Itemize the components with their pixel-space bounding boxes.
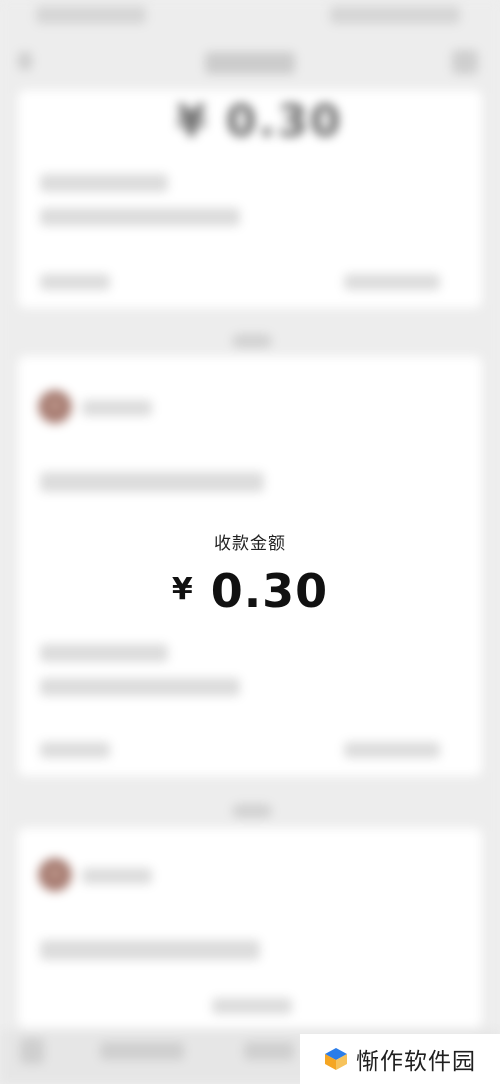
amount-overlay: 收款金额 ¥0.30	[0, 0, 500, 1084]
watermark-text: 惭作软件园	[356, 1049, 476, 1075]
watermark-logo-icon	[325, 1048, 347, 1070]
currency-symbol: ¥	[171, 572, 193, 607]
amount-value: 0.30	[210, 564, 329, 618]
amount-label: 收款金额	[214, 534, 286, 554]
watermark: 惭作软件园	[300, 1034, 500, 1084]
amount-row: ¥0.30	[0, 564, 500, 618]
